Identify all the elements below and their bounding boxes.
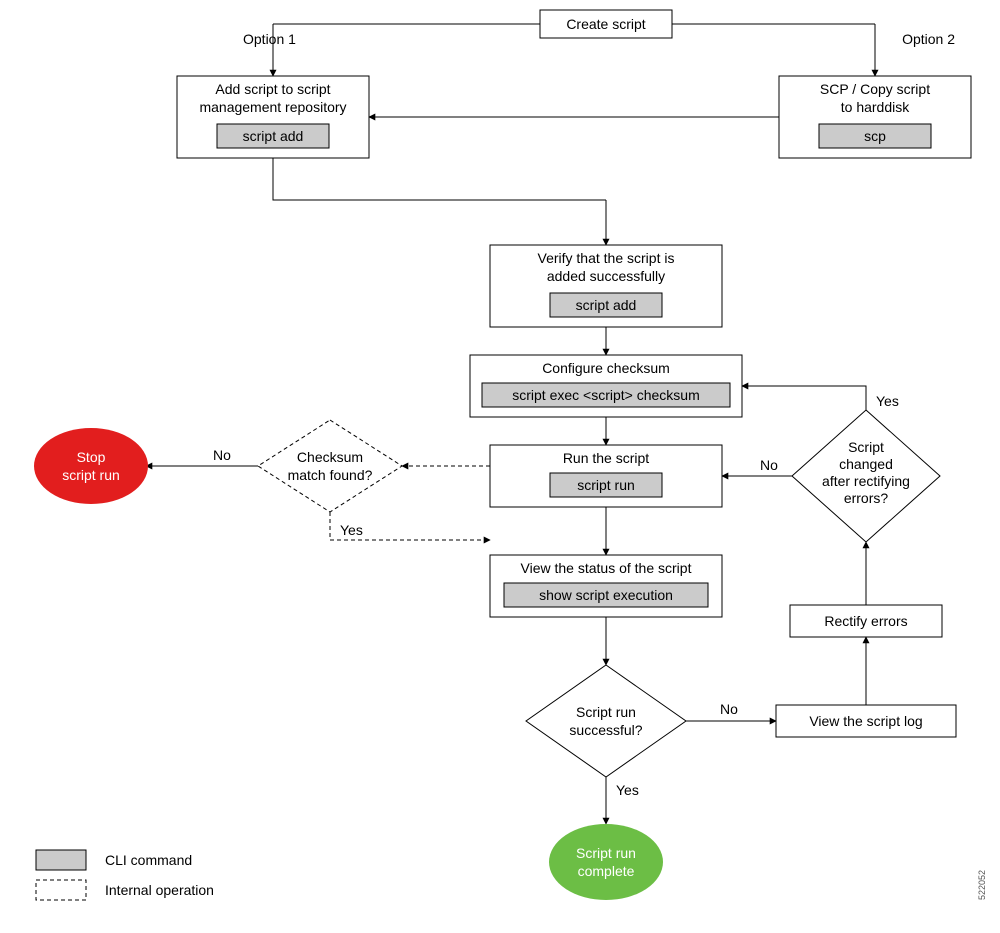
node-view-status: View the status of the script show scrip… xyxy=(490,555,722,617)
changed-line2: changed xyxy=(839,456,893,472)
changed-line4: errors? xyxy=(844,490,889,506)
complete-line1: Script run xyxy=(576,845,636,861)
verify-line2: added successfully xyxy=(547,268,665,284)
scp-cmd: scp xyxy=(864,128,886,144)
changed-yes: Yes xyxy=(876,393,899,409)
runok-line2: successful? xyxy=(569,722,642,738)
node-run-successful: Script run successful? xyxy=(526,665,686,777)
changed-line1: Script xyxy=(848,439,884,455)
add-script-line2: management repository xyxy=(199,99,346,115)
node-rectify-errors: Rectify errors xyxy=(790,605,942,637)
verify-cmd: script add xyxy=(576,297,637,313)
checksum-label: Configure checksum xyxy=(542,360,670,376)
node-script-changed: Script changed after rectifying errors? xyxy=(792,410,940,542)
create-script-label: Create script xyxy=(566,16,645,32)
viewstatus-label: View the status of the script xyxy=(521,560,692,576)
runok-line1: Script run xyxy=(576,704,636,720)
add-script-line1: Add script to script xyxy=(215,81,330,97)
rectify-label: Rectify errors xyxy=(824,613,907,629)
add-script-cmd: script add xyxy=(243,128,304,144)
node-add-script: Add script to script management reposito… xyxy=(177,76,369,158)
option1-label: Option 1 xyxy=(243,31,296,47)
stop-line2: script run xyxy=(62,467,120,483)
node-checksum-match: Checksum match found? xyxy=(258,420,402,512)
node-stop-script-run: Stop script run xyxy=(34,428,148,504)
node-create-script: Create script xyxy=(540,10,672,38)
legend: CLI command Internal operation xyxy=(36,850,214,900)
node-configure-checksum: Configure checksum script exec <script> … xyxy=(470,355,742,417)
legend-internal: Internal operation xyxy=(105,882,214,898)
checksum-q-line2: match found? xyxy=(288,467,373,483)
scp-line1: SCP / Copy script xyxy=(820,81,930,97)
verify-line1: Verify that the script is xyxy=(538,250,675,266)
changed-line3: after rectifying xyxy=(822,473,910,489)
complete-line2: complete xyxy=(578,863,635,879)
changed-no: No xyxy=(760,457,778,473)
node-run-script: Run the script script run xyxy=(490,445,722,507)
checksum-cmd: script exec <script> checksum xyxy=(512,387,700,403)
node-scp-copy: SCP / Copy script to harddisk scp xyxy=(779,76,971,158)
node-verify-added: Verify that the script is added successf… xyxy=(490,245,722,327)
run-label: Run the script xyxy=(563,450,649,466)
runok-no: No xyxy=(720,701,738,717)
legend-cli: CLI command xyxy=(105,852,192,868)
checksum-yes: Yes xyxy=(340,522,363,538)
node-script-run-complete: Script run complete xyxy=(549,824,663,900)
run-cmd: script run xyxy=(577,477,635,493)
figure-id: 522052 xyxy=(977,870,987,900)
scp-line2: to harddisk xyxy=(841,99,910,115)
viewlog-label: View the script log xyxy=(809,713,922,729)
option2-label: Option 2 xyxy=(902,31,955,47)
stop-line1: Stop xyxy=(77,449,106,465)
runok-yes: Yes xyxy=(616,782,639,798)
checksum-no: No xyxy=(213,447,231,463)
viewstatus-cmd: show script execution xyxy=(539,587,673,603)
node-view-log: View the script log xyxy=(776,705,956,737)
checksum-q-line1: Checksum xyxy=(297,449,363,465)
